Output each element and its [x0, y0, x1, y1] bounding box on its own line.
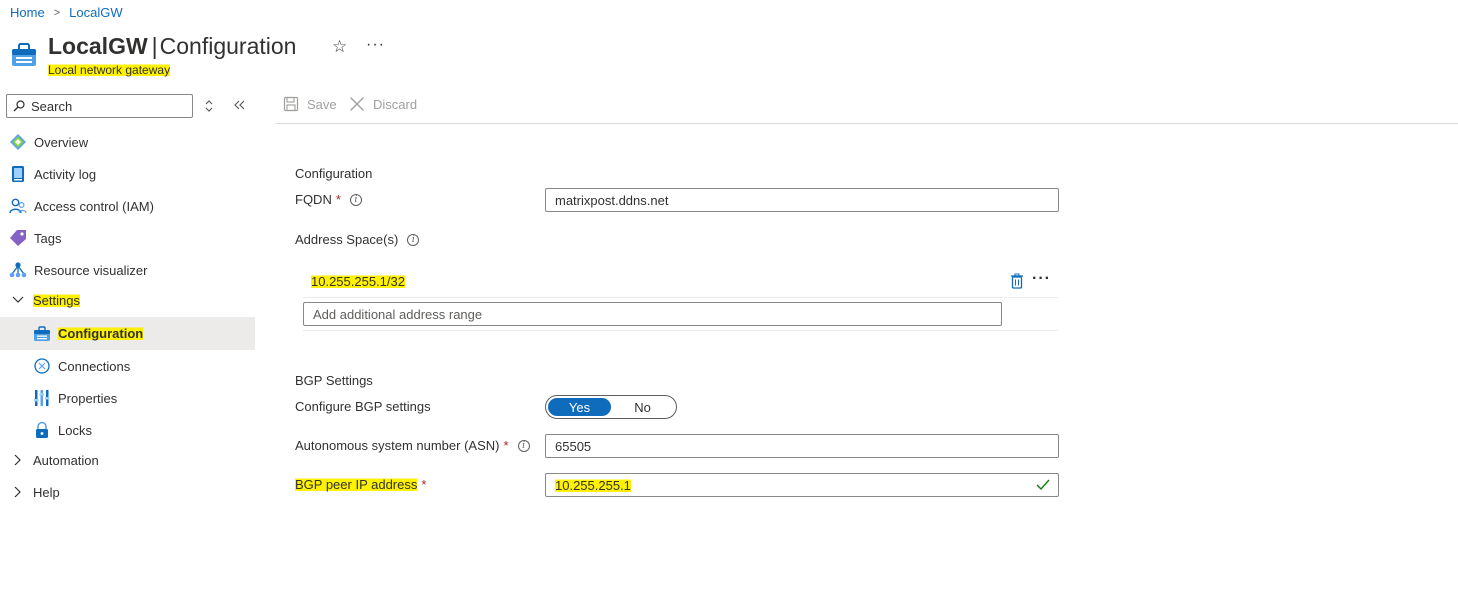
- sidebar-item-label: Settings: [33, 292, 80, 308]
- title-separator: |: [151, 33, 158, 59]
- info-icon[interactable]: i: [407, 233, 420, 246]
- sidebar-group-settings[interactable]: Settings: [0, 284, 255, 316]
- bgp-no-option[interactable]: No: [611, 398, 674, 416]
- chevron-right-icon: [11, 485, 25, 499]
- asn-label-text: Autonomous system number (ASN): [295, 438, 500, 453]
- sidebar-item-activity-log[interactable]: Activity log: [0, 158, 255, 190]
- row-more-actions-icon[interactable]: ···: [1032, 270, 1051, 288]
- close-icon: [350, 97, 364, 111]
- sidebar-item-tags[interactable]: Tags: [0, 222, 255, 254]
- save-icon: [283, 96, 299, 112]
- sidebar-item-label: Configuration: [58, 326, 144, 341]
- sidebar-item-label: Help: [33, 484, 60, 500]
- add-address-range-input[interactable]: Add additional address range: [303, 302, 1002, 326]
- sidebar-item-properties[interactable]: Properties: [0, 382, 255, 414]
- address-space-value[interactable]: 10.255.255.1/32: [311, 274, 405, 289]
- sidebar-item-label: Locks: [58, 422, 92, 438]
- save-button[interactable]: Save: [283, 96, 337, 112]
- sidebar-item-label: Resource visualizer: [34, 262, 148, 278]
- discard-label: Discard: [373, 96, 418, 112]
- breadcrumb-chevron-icon: >: [53, 6, 61, 19]
- expand-collapse-icon[interactable]: [203, 98, 215, 114]
- asn-label: Autonomous system number (ASN) * i: [295, 438, 530, 453]
- activity-log-icon: [9, 165, 27, 183]
- sidebar-item-label: Tags: [34, 230, 62, 246]
- sidebar-item-resource-visualizer[interactable]: Resource visualizer: [0, 254, 255, 286]
- sidebar-item-locks[interactable]: Locks: [0, 414, 255, 446]
- lock-icon: [33, 421, 51, 439]
- asn-input[interactable]: 65505: [545, 434, 1059, 458]
- tag-icon: [9, 229, 27, 247]
- asn-value: 65505: [555, 438, 592, 454]
- info-icon[interactable]: i: [517, 439, 530, 452]
- bgp-section-title: BGP Settings: [295, 373, 373, 388]
- sidebar-item-access-control[interactable]: Access control (IAM): [0, 190, 255, 222]
- resource-name: LocalGW: [48, 33, 148, 59]
- favorite-star-icon[interactable]: ☆: [332, 37, 347, 57]
- page-name: Configuration: [159, 33, 297, 59]
- page-title: LocalGW |Configuration: [48, 33, 296, 60]
- sidebar-item-label: Access control (IAM): [34, 198, 154, 214]
- collapse-sidebar-icon[interactable]: [232, 98, 246, 112]
- required-marker: *: [421, 477, 427, 492]
- fqdn-input[interactable]: matrixpost.ddns.net: [545, 188, 1059, 212]
- info-icon[interactable]: i: [349, 193, 362, 206]
- address-space-label: Address Space(s) i: [295, 232, 420, 247]
- delete-icon[interactable]: [1010, 273, 1024, 289]
- address-space-label-text: Address Space(s): [295, 232, 399, 247]
- breadcrumb: Home > LocalGW: [10, 5, 123, 20]
- connections-icon: [33, 357, 51, 375]
- checkmark-icon: [1036, 479, 1050, 491]
- command-bar: Save Discard: [275, 90, 1458, 124]
- local-network-gateway-icon: [12, 43, 36, 66]
- search-placeholder: Search: [31, 98, 73, 114]
- chevron-down-icon: [11, 293, 25, 307]
- sidebar-item-label: Activity log: [34, 166, 97, 182]
- sidebar-group-automation[interactable]: Automation: [0, 444, 255, 476]
- sidebar-item-overview[interactable]: Overview: [0, 126, 255, 158]
- more-actions-icon[interactable]: ···: [366, 36, 385, 54]
- peer-ip-label-text: BGP peer IP address: [295, 477, 418, 492]
- address-space-row: 10.255.255.1/32 ···: [303, 266, 1058, 298]
- configure-bgp-label: Configure BGP settings: [295, 399, 431, 414]
- fqdn-label: FQDN * i: [295, 192, 362, 207]
- configure-bgp-toggle[interactable]: Yes No: [545, 395, 677, 419]
- breadcrumb-current-link[interactable]: LocalGW: [69, 5, 122, 20]
- iam-icon: [9, 197, 27, 215]
- sidebar-item-label: Automation: [33, 452, 99, 468]
- address-add-row: Add additional address range: [303, 299, 1058, 331]
- save-label: Save: [307, 96, 337, 112]
- discard-button[interactable]: Discard: [349, 96, 417, 112]
- chevron-right-icon: [11, 453, 25, 467]
- properties-icon: [33, 389, 51, 407]
- sidebar-item-label: Connections: [58, 358, 131, 374]
- resource-visualizer-icon: [9, 261, 27, 279]
- sidebar-group-help[interactable]: Help: [0, 476, 255, 508]
- peer-ip-label: BGP peer IP address *: [295, 477, 426, 492]
- sidebar-item-configuration[interactable]: Configuration: [0, 317, 255, 350]
- breadcrumb-home-link[interactable]: Home: [10, 5, 45, 20]
- bgp-yes-option[interactable]: Yes: [548, 398, 611, 416]
- overview-icon: [9, 133, 27, 151]
- sidebar-search-input[interactable]: Search: [6, 94, 193, 118]
- configuration-section-title: Configuration: [295, 166, 373, 181]
- search-icon: [13, 100, 25, 112]
- gateway-icon: [33, 325, 51, 343]
- fqdn-value: matrixpost.ddns.net: [555, 192, 669, 208]
- sidebar-item-label: Properties: [58, 390, 118, 406]
- peer-ip-input[interactable]: 10.255.255.1: [545, 473, 1059, 497]
- required-marker: *: [335, 192, 341, 207]
- peer-ip-value: 10.255.255.1: [555, 477, 631, 493]
- sidebar-item-connections[interactable]: Connections: [0, 350, 255, 382]
- required-marker: *: [503, 438, 509, 453]
- add-address-range-placeholder: Add additional address range: [313, 306, 483, 322]
- fqdn-label-text: FQDN: [295, 192, 332, 207]
- resource-type-subtitle: Local network gateway: [48, 63, 171, 77]
- sidebar-item-label: Overview: [34, 134, 89, 150]
